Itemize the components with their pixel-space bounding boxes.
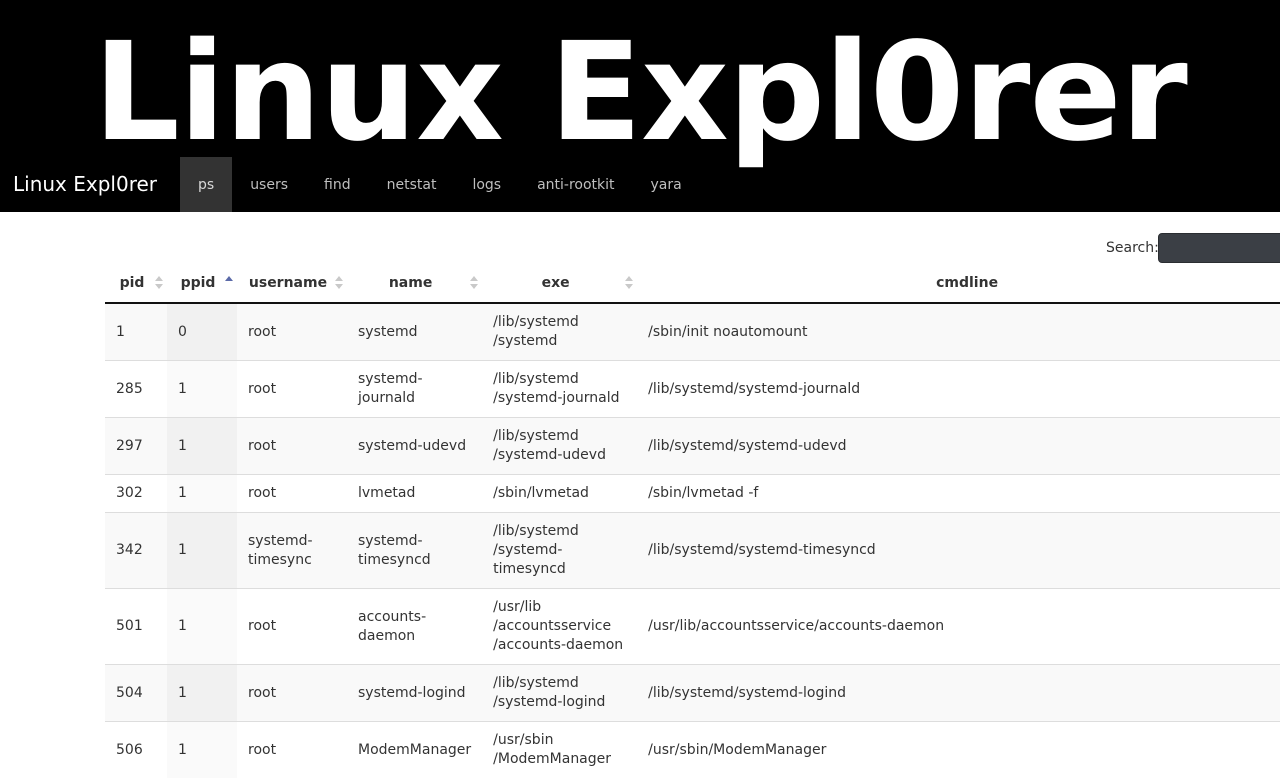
cell-username: systemd- timesync (237, 513, 347, 589)
table-row[interactable]: 302 1 root lvmetad /sbin/lvmetad /sbin/l… (105, 475, 1280, 513)
cell-cmdline: /sbin/init noautomount (637, 303, 1280, 361)
search-input[interactable] (1158, 233, 1280, 263)
tab-users[interactable]: users (232, 157, 306, 212)
sort-icon (470, 276, 478, 290)
cell-ppid: 1 (167, 665, 237, 722)
column-header-cmdline[interactable]: cmdline (637, 263, 1280, 303)
cell-exe: /lib/systemd /systemd-logind (482, 665, 637, 722)
table-row[interactable]: 285 1 root systemd-journald /lib/systemd… (105, 361, 1280, 418)
cell-name: systemd-udevd (347, 418, 482, 475)
sort-ascending-icon (225, 276, 233, 290)
sort-icon (155, 276, 163, 290)
tab-find[interactable]: find (306, 157, 369, 212)
cell-username: root (237, 665, 347, 722)
cell-cmdline: /sbin/lvmetad -f (637, 475, 1280, 513)
cell-cmdline: /usr/sbin/ModemManager (637, 722, 1280, 778)
cell-cmdline: /lib/systemd/systemd-logind (637, 665, 1280, 722)
cell-ppid: 0 (167, 303, 237, 361)
cell-username: root (237, 722, 347, 778)
cell-pid: 302 (105, 475, 167, 513)
cell-ppid: 1 (167, 513, 237, 589)
title-banner: Linux Expl0rer Linux Expl0rer ps users f… (0, 0, 1280, 212)
cell-name: systemd (347, 303, 482, 361)
table-row[interactable]: 342 1 systemd- timesync systemd- timesyn… (105, 513, 1280, 589)
cell-pid: 342 (105, 513, 167, 589)
cell-exe: /lib/systemd /systemd-journald (482, 361, 637, 418)
cell-exe: /lib/systemd /systemd (482, 303, 637, 361)
cell-exe: /usr/lib /accountsservice /accounts-daem… (482, 589, 637, 665)
cell-name: ModemManager (347, 722, 482, 778)
cell-exe: /usr/sbin /ModemManager (482, 722, 637, 778)
cell-name: systemd- timesyncd (347, 513, 482, 589)
navbar: Linux Expl0rer ps users find netstat log… (0, 157, 1280, 212)
cell-username: root (237, 303, 347, 361)
cell-pid: 297 (105, 418, 167, 475)
cell-pid: 504 (105, 665, 167, 722)
cell-username: root (237, 475, 347, 513)
navbar-brand[interactable]: Linux Expl0rer (13, 157, 157, 212)
column-header-exe[interactable]: exe (482, 263, 637, 303)
cell-exe: /sbin/lvmetad (482, 475, 637, 513)
cell-ppid: 1 (167, 475, 237, 513)
tab-netstat[interactable]: netstat (369, 157, 455, 212)
cell-pid: 285 (105, 361, 167, 418)
cell-name: systemd-journald (347, 361, 482, 418)
table-row[interactable]: 501 1 root accounts- daemon /usr/lib /ac… (105, 589, 1280, 665)
banner-title: Linux Expl0rer (0, 8, 1280, 178)
tab-ps[interactable]: ps (180, 157, 232, 212)
cell-pid: 1 (105, 303, 167, 361)
table-row[interactable]: 1 0 root systemd /lib/systemd /systemd /… (105, 303, 1280, 361)
tab-logs[interactable]: logs (454, 157, 519, 212)
column-header-name[interactable]: name (347, 263, 482, 303)
sort-icon (335, 276, 343, 290)
cell-exe: /lib/systemd /systemd-udevd (482, 418, 637, 475)
cell-pid: 506 (105, 722, 167, 778)
tab-yara[interactable]: yara (633, 157, 700, 212)
cell-exe: /lib/systemd /systemd-timesyncd (482, 513, 637, 589)
cell-cmdline: /lib/systemd/systemd-journald (637, 361, 1280, 418)
table-row[interactable]: 297 1 root systemd-udevd /lib/systemd /s… (105, 418, 1280, 475)
cell-username: root (237, 418, 347, 475)
cell-pid: 501 (105, 589, 167, 665)
sort-icon (625, 276, 633, 290)
cell-cmdline: /usr/lib/accountsservice/accounts-daemon (637, 589, 1280, 665)
table-row[interactable]: 504 1 root systemd-logind /lib/systemd /… (105, 665, 1280, 722)
tab-anti-rootkit[interactable]: anti-rootkit (519, 157, 632, 212)
cell-ppid: 1 (167, 418, 237, 475)
cell-username: root (237, 589, 347, 665)
cell-name: accounts- daemon (347, 589, 482, 665)
table-header-row: pid ppid username name exe cmdline (105, 263, 1280, 303)
cell-ppid: 1 (167, 361, 237, 418)
cell-cmdline: /lib/systemd/systemd-timesyncd (637, 513, 1280, 589)
cell-name: lvmetad (347, 475, 482, 513)
search-label: Search: (1106, 240, 1159, 256)
column-header-pid[interactable]: pid (105, 263, 167, 303)
cell-ppid: 1 (167, 722, 237, 778)
process-table: pid ppid username name exe cmdline 1 0 r… (105, 263, 1280, 778)
cell-name: systemd-logind (347, 665, 482, 722)
nav-tabs: ps users find netstat logs anti-rootkit … (180, 157, 700, 212)
cell-cmdline: /lib/systemd/systemd-udevd (637, 418, 1280, 475)
cell-ppid: 1 (167, 589, 237, 665)
column-header-ppid[interactable]: ppid (167, 263, 237, 303)
column-header-username[interactable]: username (237, 263, 347, 303)
table-row[interactable]: 506 1 root ModemManager /usr/sbin /Modem… (105, 722, 1280, 778)
cell-username: root (237, 361, 347, 418)
